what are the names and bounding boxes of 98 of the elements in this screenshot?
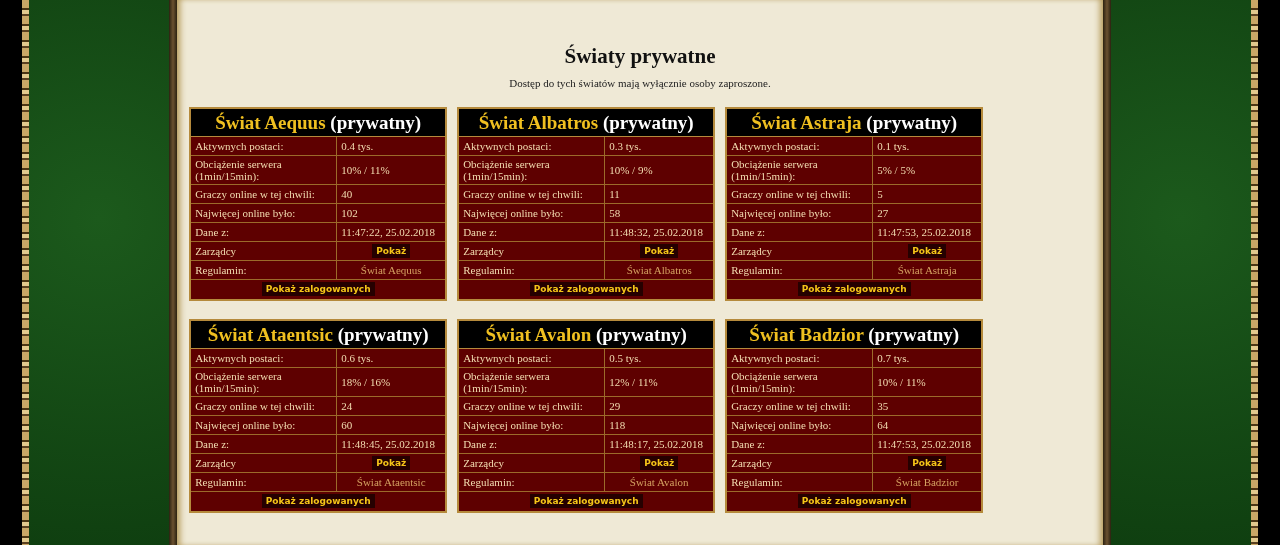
world-header: Świat Albatros (prywatny): [459, 109, 714, 137]
table-cell: Obciążenie serwera (1min/15min):: [459, 156, 606, 184]
table-cell: Dane z:: [191, 435, 338, 453]
table-cell: Regulamin:: [459, 473, 606, 491]
table-cell: Regulamin:: [727, 261, 874, 279]
table-cell-text: 58: [608, 206, 622, 221]
table-cell-text: 118: [608, 418, 627, 433]
table-cell: Regulamin:: [459, 261, 606, 279]
show-logged-in-button[interactable]: Pokaż zalogowanych: [261, 282, 375, 296]
table-cell: Aktywnych postaci:: [191, 349, 338, 367]
table-cell: Graczy online w tej chwili:: [459, 397, 606, 415]
table-cell: Regulamin:: [191, 473, 338, 491]
rules-link[interactable]: Świat Ataentsic: [356, 476, 426, 488]
show-button[interactable]: Pokaż: [640, 456, 679, 470]
page-subtitle: Dostęp do tych światów mają wyłącznie osoby zaproszone.: [509, 77, 771, 89]
rules-link[interactable]: Świat Badzior: [895, 476, 959, 488]
table-cell: Aktywnych postaci:: [727, 137, 874, 155]
show-logged-in-button[interactable]: Pokaż zalogowanych: [529, 494, 643, 508]
table-cell-text: 40: [340, 187, 354, 202]
table-cell: Najwięcej online było:: [459, 204, 606, 222]
table-cell-text: 0.3 tys.: [608, 139, 643, 154]
table-cell: Najwięcej online było:: [727, 416, 874, 434]
table-cell: Zarządcy: [459, 454, 606, 472]
table-cell: Aktywnych postaci:: [727, 349, 874, 367]
table-cell-text: 0.6 tys.: [340, 351, 375, 366]
rules-link[interactable]: Świat Albatros: [626, 264, 692, 276]
table-cell-text: 10% / 9%: [608, 163, 654, 178]
rules-link[interactable]: Świat Avalon: [629, 476, 689, 488]
table-cell: Obciążenie serwera (1min/15min):: [727, 156, 874, 184]
table-cell-text: 0.1 tys.: [876, 139, 911, 154]
table-cell-text: 11:48:45, 25.02.2018: [340, 437, 436, 452]
table-cell: Zarządcy: [459, 242, 606, 260]
table-cell-text: 0.5 tys.: [608, 351, 643, 366]
show-button[interactable]: Pokaż: [640, 244, 679, 258]
table-cell-text: 5: [876, 187, 884, 202]
table-cell: Aktywnych postaci:: [459, 349, 606, 367]
table-cell: Graczy online w tej chwili:: [727, 397, 874, 415]
world-header: Świat Aequus (prywatny): [191, 109, 446, 137]
table-cell: Najwięcej online było:: [727, 204, 874, 222]
table-cell: Najwięcej online było:: [459, 416, 606, 434]
table-cell-text: 10% / 11%: [876, 375, 927, 390]
table-cell-text: 18% / 16%: [340, 375, 392, 390]
table-cell-text: 24: [340, 399, 354, 414]
table-cell: Graczy online w tej chwili:: [191, 185, 338, 203]
table-cell-text: 5% / 5%: [876, 163, 917, 178]
table-cell: Zarządcy: [727, 454, 874, 472]
table-cell: Obciążenie serwera (1min/15min):: [459, 368, 606, 396]
table-cell-text: 102: [340, 206, 359, 221]
show-logged-in-button[interactable]: Pokaż zalogowanych: [529, 282, 643, 296]
rules-link[interactable]: Świat Aequus: [360, 264, 422, 276]
world-header: Świat Avalon (prywatny): [459, 321, 714, 349]
table-cell: Zarządcy: [191, 242, 338, 260]
table-cell: Regulamin:: [191, 261, 338, 279]
table-cell-text: 11:47:53, 25.02.2018: [876, 437, 972, 452]
table-cell-text: 64: [876, 418, 890, 433]
table-cell: Dane z:: [191, 223, 338, 241]
table-cell: Obciążenie serwera (1min/15min):: [191, 156, 338, 184]
world-header: Świat Badzior (prywatny): [727, 321, 982, 349]
table-cell-text: 27: [876, 206, 890, 221]
table-cell: Dane z:: [727, 223, 874, 241]
table-cell: Aktywnych postaci:: [459, 137, 606, 155]
table-cell: Zarządcy: [727, 242, 874, 260]
table-cell: Najwięcej online było:: [191, 416, 338, 434]
table-cell-text: 11:47:53, 25.02.2018: [876, 225, 972, 240]
table-cell-text: 11: [608, 187, 621, 202]
show-button[interactable]: Pokaż: [908, 244, 947, 258]
show-logged-in-button[interactable]: Pokaż zalogowanych: [261, 494, 375, 508]
table-cell-text: 11:48:32, 25.02.2018: [608, 225, 704, 240]
world-header: Świat Ataentsic (prywatny): [191, 321, 446, 349]
table-cell-text: 11:48:17, 25.02.2018: [608, 437, 704, 452]
table-cell-text: 0.4 tys.: [340, 139, 375, 154]
page-title: Światy prywatne: [564, 44, 716, 69]
table-cell-text: 60: [340, 418, 354, 433]
show-logged-in-button[interactable]: Pokaż zalogowanych: [797, 494, 911, 508]
table-cell: Graczy online w tej chwili:: [727, 185, 874, 203]
table-cell: Aktywnych postaci:: [191, 137, 338, 155]
show-button[interactable]: Pokaż: [908, 456, 947, 470]
table-cell-text: 0.7 tys.: [876, 351, 911, 366]
show-button[interactable]: Pokaż: [372, 244, 411, 258]
table-cell: Graczy online w tej chwili:: [459, 185, 606, 203]
table-cell-text: 35: [876, 399, 890, 414]
table-cell: Dane z:: [459, 435, 606, 453]
show-button[interactable]: Pokaż: [372, 456, 411, 470]
table-cell: Dane z:: [727, 435, 874, 453]
table-cell: Regulamin:: [727, 473, 874, 491]
table-cell: Dane z:: [459, 223, 606, 241]
table-cell: Zarządcy: [191, 454, 338, 472]
rules-link[interactable]: Świat Astraja: [897, 264, 957, 276]
table-cell: Najwięcej online było:: [191, 204, 338, 222]
table-cell-text: 10% / 11%: [340, 163, 391, 178]
table-cell-text: 29: [608, 399, 622, 414]
table-cell: Graczy online w tej chwili:: [191, 397, 338, 415]
table-cell-text: 11:47:22, 25.02.2018: [340, 225, 436, 240]
table-cell: Obciążenie serwera (1min/15min):: [727, 368, 874, 396]
world-header: Świat Astraja (prywatny): [727, 109, 982, 137]
show-logged-in-button[interactable]: Pokaż zalogowanych: [797, 282, 911, 296]
table-cell-text: 12% / 11%: [608, 375, 659, 390]
table-cell: Obciążenie serwera (1min/15min):: [191, 368, 338, 396]
